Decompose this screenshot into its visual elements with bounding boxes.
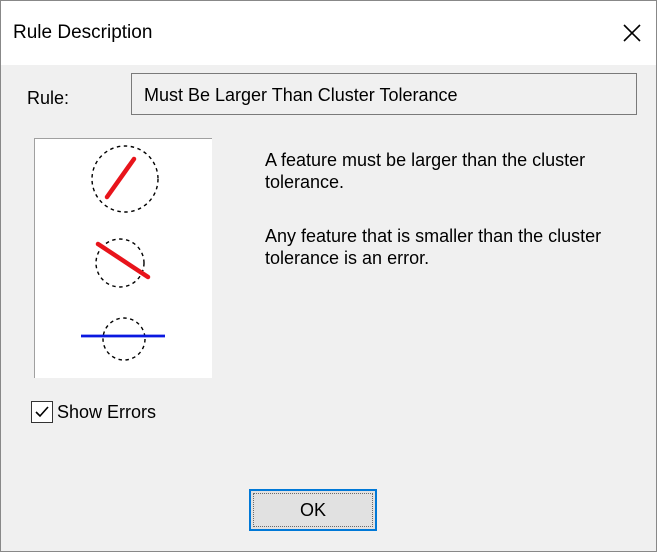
rule-description-text: A feature must be larger than the cluste… <box>265 150 586 192</box>
ok-button-label: OK <box>299 499 326 520</box>
title-bar: Rule Description <box>1 1 656 65</box>
valid-feature-line <box>104 156 137 200</box>
rule-description-dialog: Rule Description Rule: Must Be Larger Th… <box>0 0 657 552</box>
rule-name-text: Must Be Larger Than Cluster Tolerance <box>144 85 458 105</box>
cluster-tolerance-circle-small <box>102 317 146 361</box>
rule-error-description-text: Any feature that is smaller than the clu… <box>265 226 602 268</box>
cluster-tolerance-circle-large <box>91 145 159 213</box>
rule-label: Rule: <box>27 88 70 108</box>
error-feature-line <box>95 241 151 280</box>
ok-button[interactable]: OK <box>249 489 377 531</box>
show-errors-checkbox[interactable] <box>31 401 53 423</box>
rule-diagram-graphic <box>81 145 165 361</box>
rule-name-field: Must Be Larger Than Cluster Tolerance <box>131 73 637 115</box>
show-errors-label: Show Errors <box>57 402 157 422</box>
rule-diagram <box>34 138 212 378</box>
show-errors-toggle[interactable]: Show Errors <box>31 401 156 423</box>
dialog-title: Rule Description <box>13 22 153 43</box>
close-icon <box>623 24 641 42</box>
close-button[interactable] <box>608 1 656 65</box>
checkmark-icon <box>35 406 49 418</box>
